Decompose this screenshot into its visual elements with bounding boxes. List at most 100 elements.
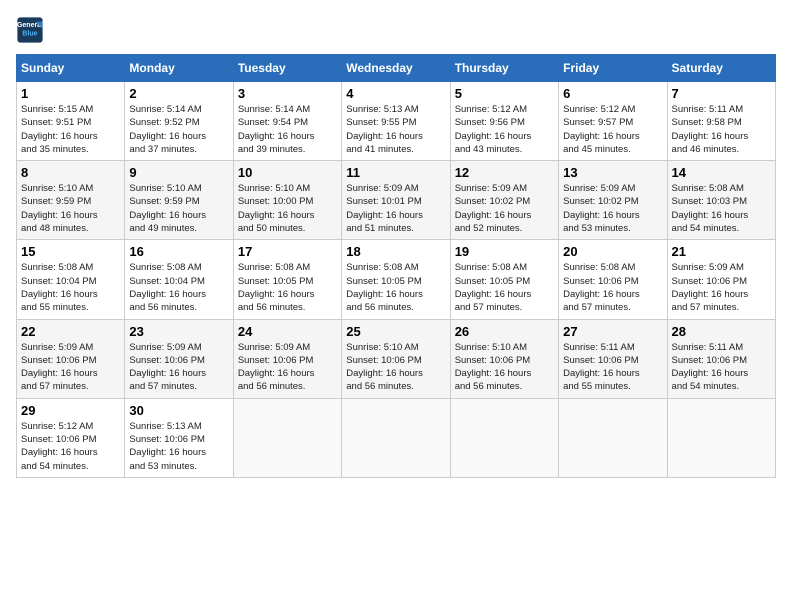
day-info: Sunrise: 5:10 AM Sunset: 10:06 PM Daylig…: [346, 341, 445, 394]
col-header-wednesday: Wednesday: [342, 55, 450, 82]
logo-icon: General Blue: [16, 16, 44, 44]
day-number: 12: [455, 165, 554, 180]
calendar-cell: 7Sunrise: 5:11 AM Sunset: 9:58 PM Daylig…: [667, 82, 775, 161]
calendar-cell: 9 Sunrise: 5:10 AM Sunset: 9:59 PM Daylig…: [125, 161, 233, 240]
day-info: Sunrise: 5:09 AM Sunset: 10:06 PM Daylig…: [672, 261, 771, 314]
day-number: 1: [21, 86, 120, 101]
calendar-cell: 18 Sunrise: 5:08 AM Sunset: 10:05 PM Dayl…: [342, 240, 450, 319]
day-number: 30: [129, 403, 228, 418]
calendar-table: SundayMondayTuesdayWednesdayThursdayFrid…: [16, 54, 776, 478]
calendar-cell: 5 Sunrise: 5:12 AM Sunset: 9:56 PM Daylig…: [450, 82, 558, 161]
calendar-cell: 1 Sunrise: 5:15 AM Sunset: 9:51 PM Daylig…: [17, 82, 125, 161]
day-info: Sunrise: 5:08 AM Sunset: 10:03 PM Daylig…: [672, 182, 771, 235]
calendar-cell: [667, 398, 775, 477]
col-header-saturday: Saturday: [667, 55, 775, 82]
calendar-cell: 15Sunrise: 5:08 AM Sunset: 10:04 PM Dayl…: [17, 240, 125, 319]
calendar-cell: 27Sunrise: 5:11 AM Sunset: 10:06 PM Dayl…: [559, 319, 667, 398]
calendar-cell: 16 Sunrise: 5:08 AM Sunset: 10:04 PM Dayl…: [125, 240, 233, 319]
day-number: 3: [238, 86, 337, 101]
logo: General Blue: [16, 16, 48, 44]
day-info: Sunrise: 5:09 AM Sunset: 10:02 PM Daylig…: [563, 182, 662, 235]
day-number: 17: [238, 244, 337, 259]
day-number: 13: [563, 165, 662, 180]
day-info: Sunrise: 5:12 AM Sunset: 9:56 PM Dayligh…: [455, 103, 554, 156]
day-info: Sunrise: 5:12 AM Sunset: 9:57 PM Dayligh…: [563, 103, 662, 156]
day-info: Sunrise: 5:09 AM Sunset: 10:06 PM Daylig…: [21, 341, 120, 394]
col-header-friday: Friday: [559, 55, 667, 82]
calendar-week-row: 1 Sunrise: 5:15 AM Sunset: 9:51 PM Daylig…: [17, 82, 776, 161]
day-info: Sunrise: 5:09 AM Sunset: 10:06 PM Daylig…: [238, 341, 337, 394]
day-number: 11: [346, 165, 445, 180]
day-info: Sunrise: 5:11 AM Sunset: 10:06 PM Daylig…: [563, 341, 662, 394]
day-number: 25: [346, 324, 445, 339]
day-number: 2: [129, 86, 228, 101]
day-number: 4: [346, 86, 445, 101]
day-info: Sunrise: 5:08 AM Sunset: 10:04 PM Daylig…: [129, 261, 228, 314]
calendar-cell: 25 Sunrise: 5:10 AM Sunset: 10:06 PM Dayl…: [342, 319, 450, 398]
calendar-cell: 6 Sunrise: 5:12 AM Sunset: 9:57 PM Daylig…: [559, 82, 667, 161]
day-number: 10: [238, 165, 337, 180]
calendar-cell: 14 Sunrise: 5:08 AM Sunset: 10:03 PM Dayl…: [667, 161, 775, 240]
day-info: Sunrise: 5:08 AM Sunset: 10:05 PM Daylig…: [238, 261, 337, 314]
calendar-cell: 21 Sunrise: 5:09 AM Sunset: 10:06 PM Dayl…: [667, 240, 775, 319]
calendar-cell: 28Sunrise: 5:11 AM Sunset: 10:06 PM Dayl…: [667, 319, 775, 398]
calendar-week-row: 15 Sunrise: 5:08 AM Sunset: 10:04 PM Dayl…: [17, 240, 776, 319]
day-info: Sunrise: 5:13 AM Sunset: 10:06 PM Daylig…: [129, 420, 228, 473]
day-number: 15: [21, 244, 120, 259]
calendar-cell: 22 Sunrise: 5:09 AM Sunset: 10:06 PM Dayl…: [17, 319, 125, 398]
calendar-cell: 13 Sunrise: 5:09 AM Sunset: 10:02 PM Dayl…: [559, 161, 667, 240]
day-number: 22: [21, 324, 120, 339]
day-info: Sunrise: 5:10 AM Sunset: 10:00 PM Daylig…: [238, 182, 337, 235]
day-info: Sunrise: 5:09 AM Sunset: 10:01 PM Daylig…: [346, 182, 445, 235]
page-header: General Blue: [16, 16, 776, 44]
col-header-sunday: Sunday: [17, 55, 125, 82]
calendar-cell: 2 Sunrise: 5:14 AM Sunset: 9:52 PM Daylig…: [125, 82, 233, 161]
day-number: 18: [346, 244, 445, 259]
calendar-cell: 23 Sunrise: 5:09 AM Sunset: 10:06 PM Dayl…: [125, 319, 233, 398]
calendar-cell: 19 Sunrise: 5:08 AM Sunset: 10:05 PM Dayl…: [450, 240, 558, 319]
day-info: Sunrise: 5:14 AM Sunset: 9:52 PM Dayligh…: [129, 103, 228, 156]
day-info: Sunrise: 5:09 AM Sunset: 10:06 PM Daylig…: [129, 341, 228, 394]
calendar-cell: 11 Sunrise: 5:09 AM Sunset: 10:01 PM Dayl…: [342, 161, 450, 240]
day-info: Sunrise: 5:08 AM Sunset: 10:05 PM Daylig…: [455, 261, 554, 314]
day-info: Sunrise: 5:10 AM Sunset: 9:59 PM Dayligh…: [21, 182, 120, 235]
calendar-cell: 3 Sunrise: 5:14 AM Sunset: 9:54 PM Daylig…: [233, 82, 341, 161]
calendar-cell: 4Sunrise: 5:13 AM Sunset: 9:55 PM Daylig…: [342, 82, 450, 161]
col-header-tuesday: Tuesday: [233, 55, 341, 82]
calendar-header-row: SundayMondayTuesdayWednesdayThursdayFrid…: [17, 55, 776, 82]
day-number: 5: [455, 86, 554, 101]
calendar-cell: [342, 398, 450, 477]
calendar-cell: 24 Sunrise: 5:09 AM Sunset: 10:06 PM Dayl…: [233, 319, 341, 398]
day-number: 21: [672, 244, 771, 259]
day-number: 23: [129, 324, 228, 339]
day-info: Sunrise: 5:09 AM Sunset: 10:02 PM Daylig…: [455, 182, 554, 235]
calendar-cell: 30 Sunrise: 5:13 AM Sunset: 10:06 PM Dayl…: [125, 398, 233, 477]
day-number: 16: [129, 244, 228, 259]
calendar-cell: 8 Sunrise: 5:10 AM Sunset: 9:59 PM Daylig…: [17, 161, 125, 240]
day-info: Sunrise: 5:10 AM Sunset: 9:59 PM Dayligh…: [129, 182, 228, 235]
day-number: 9: [129, 165, 228, 180]
day-number: 26: [455, 324, 554, 339]
day-number: 20: [563, 244, 662, 259]
day-info: Sunrise: 5:15 AM Sunset: 9:51 PM Dayligh…: [21, 103, 120, 156]
day-info: Sunrise: 5:08 AM Sunset: 10:05 PM Daylig…: [346, 261, 445, 314]
day-number: 19: [455, 244, 554, 259]
calendar-cell: [559, 398, 667, 477]
calendar-cell: 12 Sunrise: 5:09 AM Sunset: 10:02 PM Dayl…: [450, 161, 558, 240]
col-header-monday: Monday: [125, 55, 233, 82]
calendar-week-row: 22 Sunrise: 5:09 AM Sunset: 10:06 PM Dayl…: [17, 319, 776, 398]
day-info: Sunrise: 5:14 AM Sunset: 9:54 PM Dayligh…: [238, 103, 337, 156]
day-info: Sunrise: 5:12 AM Sunset: 10:06 PM Daylig…: [21, 420, 120, 473]
calendar-cell: [450, 398, 558, 477]
day-info: Sunrise: 5:10 AM Sunset: 10:06 PM Daylig…: [455, 341, 554, 394]
day-number: 24: [238, 324, 337, 339]
calendar-cell: 20Sunrise: 5:08 AM Sunset: 10:06 PM Dayl…: [559, 240, 667, 319]
day-number: 8: [21, 165, 120, 180]
calendar-cell: 10 Sunrise: 5:10 AM Sunset: 10:00 PM Dayl…: [233, 161, 341, 240]
calendar-week-row: 29Sunrise: 5:12 AM Sunset: 10:06 PM Dayl…: [17, 398, 776, 477]
day-info: Sunrise: 5:11 AM Sunset: 9:58 PM Dayligh…: [672, 103, 771, 156]
day-number: 6: [563, 86, 662, 101]
day-number: 14: [672, 165, 771, 180]
calendar-cell: 26 Sunrise: 5:10 AM Sunset: 10:06 PM Dayl…: [450, 319, 558, 398]
calendar-cell: 29Sunrise: 5:12 AM Sunset: 10:06 PM Dayl…: [17, 398, 125, 477]
